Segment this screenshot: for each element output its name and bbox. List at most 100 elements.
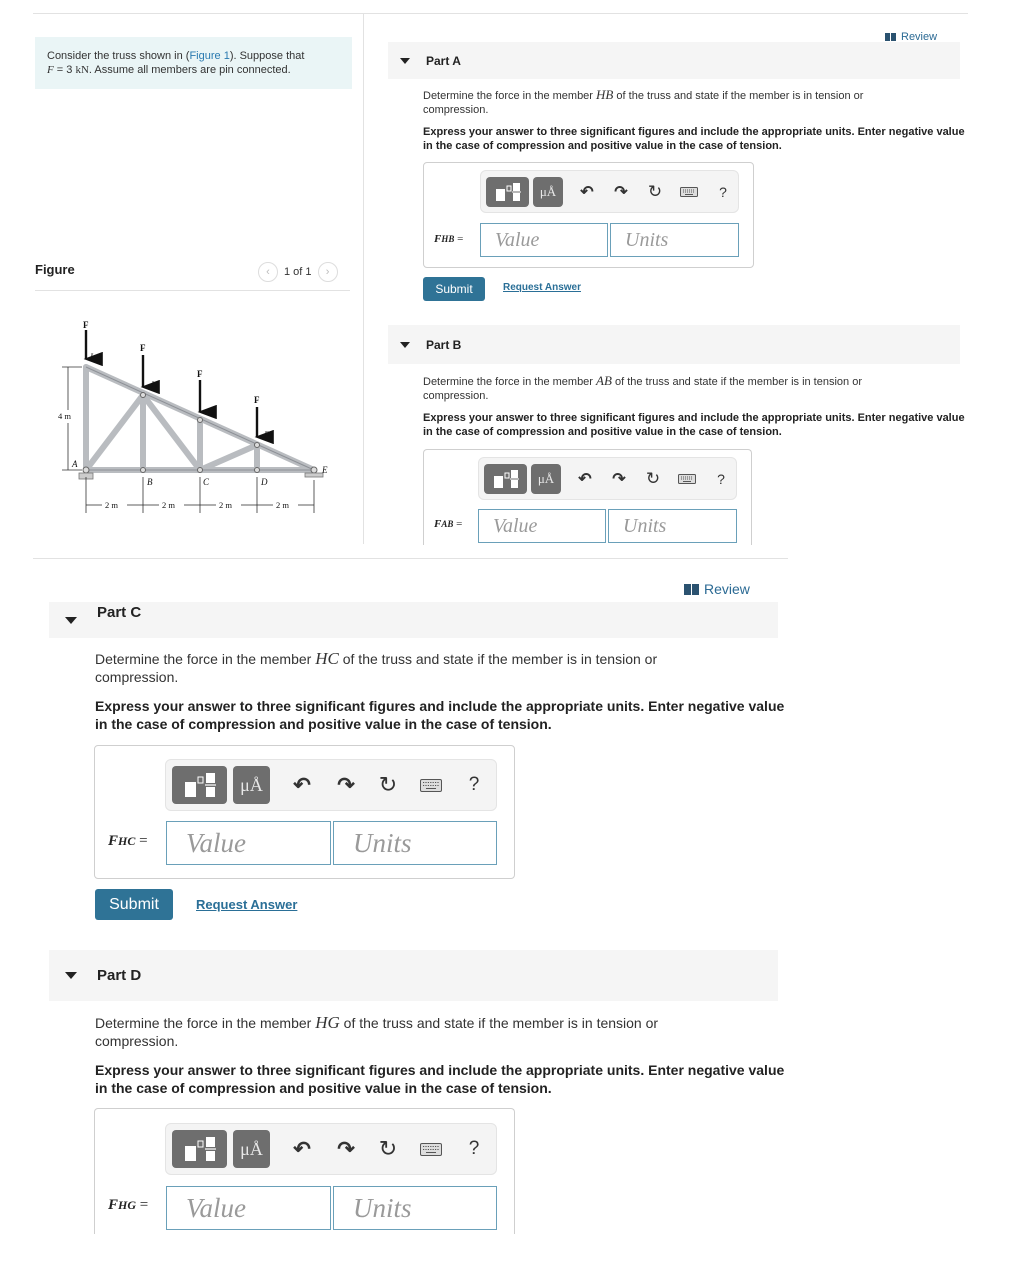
units-input[interactable]: Units <box>608 509 737 543</box>
math-toolbar: μÅ ↶ ↷ ↻ ? <box>480 170 739 213</box>
reset-icon: ↻ <box>647 181 663 201</box>
redo-icon: ↷ <box>337 1137 355 1161</box>
units-input[interactable]: Units <box>333 821 497 865</box>
help-button[interactable]: ? <box>464 774 484 796</box>
redo-button[interactable]: ↷ <box>609 182 633 202</box>
label-var: F <box>108 1197 119 1213</box>
part-a-header[interactable]: Part A <box>388 42 960 79</box>
part-title: Part A <box>426 53 461 68</box>
joint-label: H <box>150 380 158 390</box>
redo-button[interactable]: ↷ <box>607 469 631 489</box>
units-input[interactable]: Units <box>333 1186 497 1230</box>
force-variable: F <box>47 64 54 76</box>
undo-button[interactable]: ↶ <box>575 182 599 202</box>
joint-label: C <box>203 477 210 487</box>
keyboard-icon <box>680 186 698 197</box>
collapse-triangle-icon <box>400 57 410 64</box>
help-icon: ? <box>468 774 480 795</box>
redo-button[interactable]: ↷ <box>334 773 358 798</box>
member-name: AB <box>596 373 612 388</box>
help-icon: ? <box>717 470 725 487</box>
keyboard-button[interactable] <box>675 186 703 197</box>
part-d-answer-box: μÅ ↶ ↷ ↻ ? FHG = Value Units <box>94 1108 515 1234</box>
reset-button[interactable]: ↻ <box>641 469 665 489</box>
keyboard-button[interactable] <box>416 1142 446 1156</box>
undo-icon: ↶ <box>293 1137 311 1161</box>
undo-button[interactable]: ↶ <box>290 1137 314 1162</box>
label-sub: HC <box>118 834 136 848</box>
member-name: HG <box>315 1013 340 1032</box>
part-c-question: Determine the force in the member HC of … <box>95 650 735 686</box>
help-button[interactable]: ? <box>713 184 733 200</box>
load-label: F <box>197 369 203 379</box>
figure-link[interactable]: Figure 1 <box>189 50 229 62</box>
units-button[interactable]: μÅ <box>233 1130 270 1168</box>
problem-statement: Consider the truss shown in (Figure 1). … <box>35 37 352 89</box>
label-sub: AB <box>441 519 454 529</box>
height-label: 4 m <box>58 411 71 421</box>
part-c-header[interactable]: Part C <box>49 602 778 638</box>
support-E <box>304 472 324 478</box>
force-unit: kN <box>75 64 89 76</box>
truss-diagram: F F F F I H G F A B C D E 4 m 2 m 2 m 2 … <box>58 320 328 513</box>
review-link[interactable]: Review <box>684 581 750 597</box>
intro-text: . Assume all members are pin connected. <box>88 64 291 76</box>
load-labels: F F F F <box>83 320 260 405</box>
joint-label: D <box>260 477 268 487</box>
prev-figure-button[interactable]: ‹ <box>258 262 278 282</box>
part-a-question: Determine the force in the member HB of … <box>423 88 923 117</box>
supports <box>78 472 324 480</box>
span-label: 2 m <box>276 500 289 510</box>
submit-button[interactable]: Submit <box>95 889 173 920</box>
submit-button[interactable]: Submit <box>423 277 485 301</box>
value-input[interactable]: Value <box>478 509 606 543</box>
help-icon: ? <box>719 183 727 200</box>
value-input[interactable]: Value <box>480 223 608 257</box>
part-title: Part C <box>97 603 142 621</box>
templates-icon <box>184 773 216 797</box>
keyboard-button[interactable] <box>673 473 701 484</box>
units-button[interactable]: μÅ <box>531 463 561 494</box>
force-value: = 3 <box>53 64 76 76</box>
units-button[interactable]: μÅ <box>533 176 563 207</box>
joint-label: I <box>89 352 94 362</box>
collapse-triangle-icon <box>400 341 410 348</box>
math-toolbar: μÅ ↶ ↷ ↻ ? <box>165 1123 497 1175</box>
value-input[interactable]: Value <box>166 821 331 865</box>
next-figure-button[interactable]: › <box>317 262 338 282</box>
help-button[interactable]: ? <box>464 1138 484 1160</box>
request-answer-link[interactable]: Request Answer <box>196 897 297 912</box>
undo-button[interactable]: ↶ <box>290 773 314 798</box>
units-button[interactable]: μÅ <box>233 766 270 804</box>
intro-text: ). Suppose that <box>229 50 305 62</box>
part-b-header[interactable]: Part B <box>388 325 960 364</box>
reset-button[interactable]: ↻ <box>643 182 667 202</box>
math-toolbar: μÅ ↶ ↷ ↻ ? <box>478 457 737 500</box>
reset-icon: ↻ <box>645 468 661 488</box>
templates-button[interactable] <box>486 176 529 207</box>
templates-button[interactable] <box>172 1130 227 1168</box>
reset-button[interactable]: ↻ <box>376 772 400 798</box>
keyboard-icon <box>420 1142 442 1156</box>
help-button[interactable]: ? <box>711 471 731 487</box>
redo-icon: ↷ <box>614 183 628 201</box>
joint-label: F <box>263 430 270 440</box>
templates-button[interactable] <box>484 463 527 494</box>
reset-button[interactable]: ↻ <box>376 1136 400 1162</box>
joint-label: G <box>208 407 215 417</box>
request-answer-link[interactable]: Request Answer <box>503 282 581 293</box>
part-title: Part B <box>426 337 462 352</box>
redo-button[interactable]: ↷ <box>334 1137 358 1162</box>
keyboard-button[interactable] <box>416 778 446 792</box>
value-input[interactable]: Value <box>166 1186 331 1230</box>
part-a-instructions: Express your answer to three significant… <box>423 126 965 152</box>
part-c-answer-box: μÅ ↶ ↷ ↻ ? FHC = Value Units <box>94 745 515 879</box>
units-input[interactable]: Units <box>610 223 739 257</box>
units-placeholder: Units <box>625 228 669 251</box>
question-text: Determine the force in the member <box>423 376 597 388</box>
undo-icon: ↶ <box>293 773 311 797</box>
templates-button[interactable] <box>172 766 227 804</box>
undo-button[interactable]: ↶ <box>573 469 597 489</box>
part-d-header[interactable]: Part D <box>49 950 778 1001</box>
part-title: Part D <box>97 967 142 984</box>
